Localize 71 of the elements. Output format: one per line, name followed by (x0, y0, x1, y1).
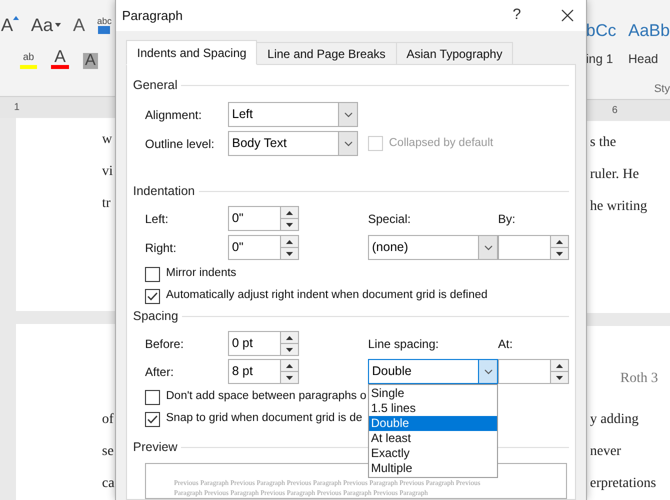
document-text: vi (102, 163, 114, 182)
style-preview[interactable]: bCc (586, 18, 616, 44)
ruler-number: 6 (612, 104, 618, 118)
close-icon[interactable] (561, 9, 574, 22)
checkbox[interactable] (145, 412, 160, 426)
document-text: tr (102, 195, 112, 214)
tab[interactable]: Asian Typography (396, 42, 514, 65)
field-label: Special: (368, 210, 411, 228)
highlight-button[interactable]: ab (20, 53, 37, 69)
document-text: w (102, 131, 114, 150)
font-color-button[interactable]: A (51, 48, 69, 69)
document-text: y adding (590, 411, 640, 429)
dropdown[interactable]: Left (228, 102, 358, 127)
change-case-button[interactable]: Aa (31, 16, 62, 34)
section-heading: General (133, 76, 178, 94)
clear-formatting-button[interactable]: A (73, 16, 86, 34)
tab[interactable]: Indents and Spacing (126, 40, 258, 65)
document-text: se (102, 443, 115, 461)
window-title: Paragraph (122, 6, 184, 25)
document-text: erpretations (590, 475, 658, 493)
shading-button[interactable]: A (83, 53, 98, 69)
field-label: By: (498, 210, 516, 228)
dropdown[interactable]: Body Text (228, 131, 358, 156)
field-label: Before: (145, 336, 184, 350)
section-heading: Indentation (133, 182, 195, 200)
checkbox[interactable] (145, 390, 160, 404)
chevron-down-icon (344, 112, 352, 118)
help-button[interactable]: ? (512, 4, 521, 27)
chevron-down-icon (344, 140, 352, 146)
dropdown[interactable]: Double (368, 359, 498, 384)
ruler-number: 1 (14, 101, 20, 116)
checkbox-label: Mirror indents (166, 266, 236, 282)
field-label: Line spacing: (368, 336, 439, 352)
document-text: he writing (590, 198, 648, 216)
dropdown-option[interactable]: 1.5 lines (369, 401, 497, 416)
style-name: ing 1 (586, 50, 614, 68)
document-text: ruler. He (590, 166, 640, 184)
page-header: Roth 3 (620, 371, 658, 386)
dropdown[interactable]: (none) (368, 235, 498, 260)
style-name: Head (628, 50, 660, 68)
chevron-down-icon (484, 244, 492, 250)
group-label: Sty (654, 83, 670, 96)
dropdown-option[interactable]: At least (369, 431, 497, 446)
field-label: Right: (145, 240, 176, 254)
chevron-down-icon (484, 368, 492, 374)
section-heading: Spacing (133, 308, 178, 325)
checkbox-label: Automatically adjust right indent when document grid is defined (166, 288, 488, 304)
style-preview[interactable]: AaBb (628, 18, 670, 44)
caret-down-icon (55, 23, 62, 27)
dropdown-option[interactable]: Exactly (369, 446, 497, 461)
document-text: of (102, 411, 115, 429)
text-effects-button[interactable]: abc (97, 16, 112, 34)
field-label: Outline level: (145, 136, 214, 150)
document-text: s the (590, 134, 618, 152)
checkbox-label: Don't add space between paragraphs o (166, 389, 366, 404)
field-label: After: (145, 364, 174, 378)
checkbox-label: Collapsed by default (389, 136, 494, 151)
dropdown-option[interactable]: Multiple (369, 461, 497, 476)
checkbox-label: Snap to grid when document grid is de (166, 411, 362, 426)
field-label: Left: (145, 212, 168, 226)
checkbox[interactable] (145, 266, 160, 282)
grow-font-button[interactable]: A (1, 16, 20, 34)
section-heading: Preview (133, 438, 178, 456)
document-text: ca (102, 475, 116, 493)
document-text: never (590, 443, 622, 461)
dropdown-option[interactable]: Single (369, 386, 497, 401)
field-label: At: (498, 336, 513, 352)
field-label: Alignment: (145, 108, 202, 122)
caret-up-icon (13, 16, 20, 20)
dropdown-option[interactable]: Double (369, 416, 497, 431)
checkbox[interactable] (145, 288, 160, 304)
